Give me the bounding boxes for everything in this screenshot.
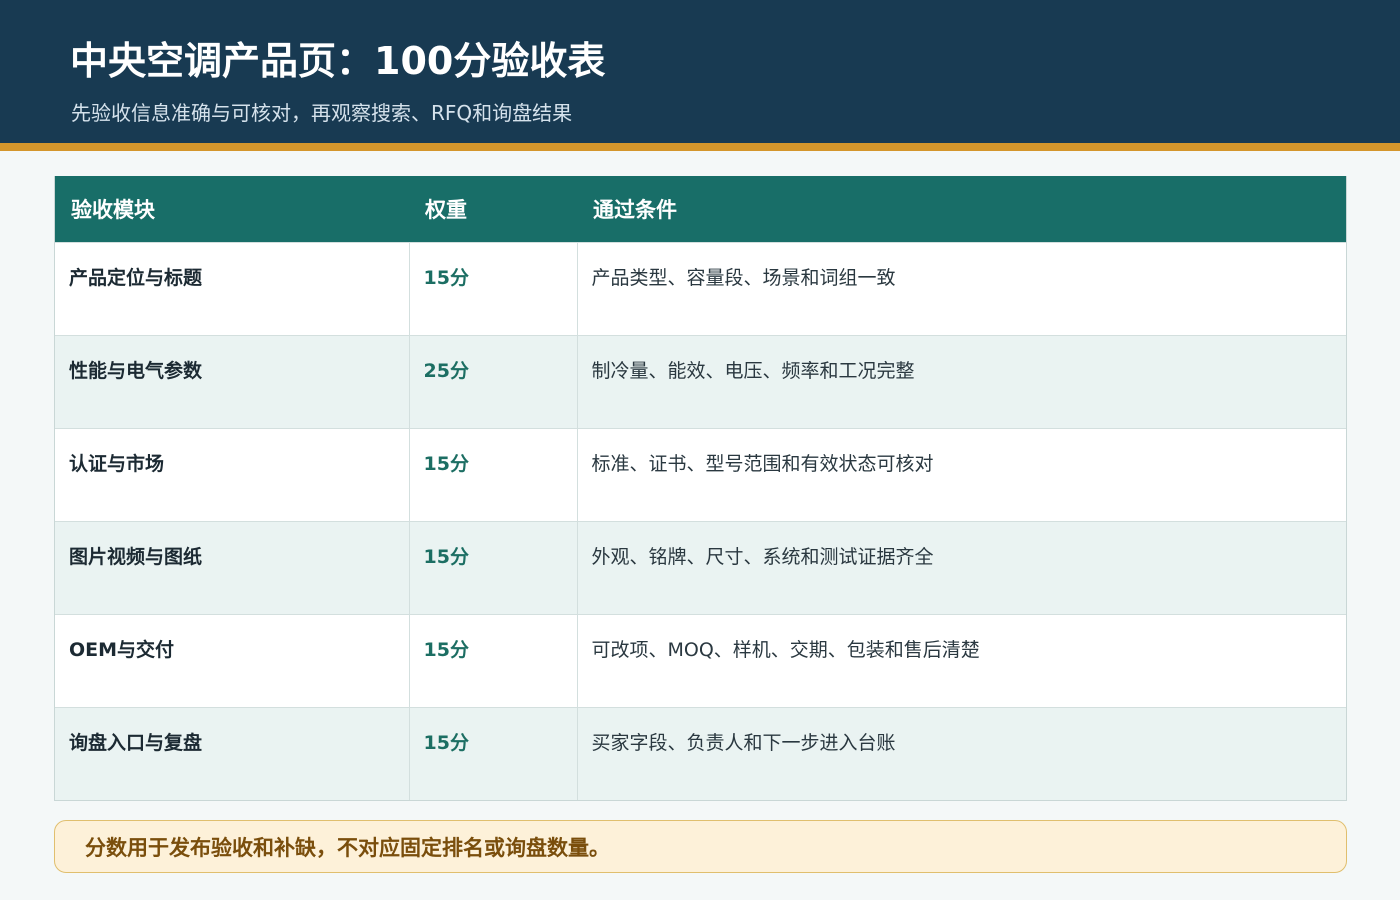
note-text: 分数用于发布验收和补缺，不对应固定排名或询盘数量。: [85, 835, 610, 860]
module-cell: OEM与交付: [55, 613, 409, 707]
condition-cell: 可改项、MOQ、样机、交期、包装和售后清楚: [576, 613, 1346, 707]
table-header-row: 验收模块 权重 通过条件: [55, 176, 1346, 242]
weight-cell: 15分: [408, 241, 577, 335]
condition-cell: 制冷量、能效、电压、频率和工况完整: [576, 334, 1346, 428]
condition-cell: 产品类型、容量段、场景和词组一致: [576, 241, 1346, 335]
page-title: 中央空调产品页：100分验收表: [70, 39, 606, 83]
header-accent-rule: [0, 143, 1400, 151]
note-box: 分数用于发布验收和补缺，不对应固定排名或询盘数量。: [54, 820, 1347, 873]
weight-cell: 15分: [408, 706, 577, 800]
weight-cell: 15分: [408, 427, 577, 521]
table-row: OEM与交付 15分 可改项、MOQ、样机、交期、包装和售后清楚: [55, 613, 1346, 707]
module-cell: 图片视频与图纸: [55, 520, 409, 614]
column-header-condition: 通过条件: [577, 176, 1346, 242]
module-cell: 询盘入口与复盘: [55, 706, 409, 800]
column-header-module: 验收模块: [55, 176, 409, 242]
table-row: 图片视频与图纸 15分 外观、铭牌、尺寸、系统和测试证据齐全: [55, 520, 1346, 614]
column-header-weight: 权重: [409, 176, 577, 242]
page-subtitle: 先验收信息准确与可核对，再观察搜索、RFQ和询盘结果: [71, 101, 573, 125]
condition-cell: 标准、证书、型号范围和有效状态可核对: [576, 427, 1346, 521]
page-header: 中央空调产品页：100分验收表 先验收信息准确与可核对，再观察搜索、RFQ和询盘…: [0, 0, 1400, 143]
module-cell: 性能与电气参数: [55, 334, 409, 428]
weight-cell: 25分: [408, 334, 577, 428]
condition-cell: 外观、铭牌、尺寸、系统和测试证据齐全: [576, 520, 1346, 614]
acceptance-table: 验收模块 权重 通过条件 产品定位与标题 15分 产品类型、容量段、场景和词组一…: [54, 176, 1347, 801]
condition-cell: 买家字段、负责人和下一步进入台账: [576, 706, 1346, 800]
table-row: 性能与电气参数 25分 制冷量、能效、电压、频率和工况完整: [55, 334, 1346, 428]
table-row: 认证与市场 15分 标准、证书、型号范围和有效状态可核对: [55, 427, 1346, 521]
table-row: 产品定位与标题 15分 产品类型、容量段、场景和词组一致: [55, 241, 1346, 335]
module-cell: 产品定位与标题: [55, 241, 409, 335]
weight-cell: 15分: [408, 613, 577, 707]
module-cell: 认证与市场: [55, 427, 409, 521]
table-row: 询盘入口与复盘 15分 买家字段、负责人和下一步进入台账: [55, 706, 1346, 800]
weight-cell: 15分: [408, 520, 577, 614]
